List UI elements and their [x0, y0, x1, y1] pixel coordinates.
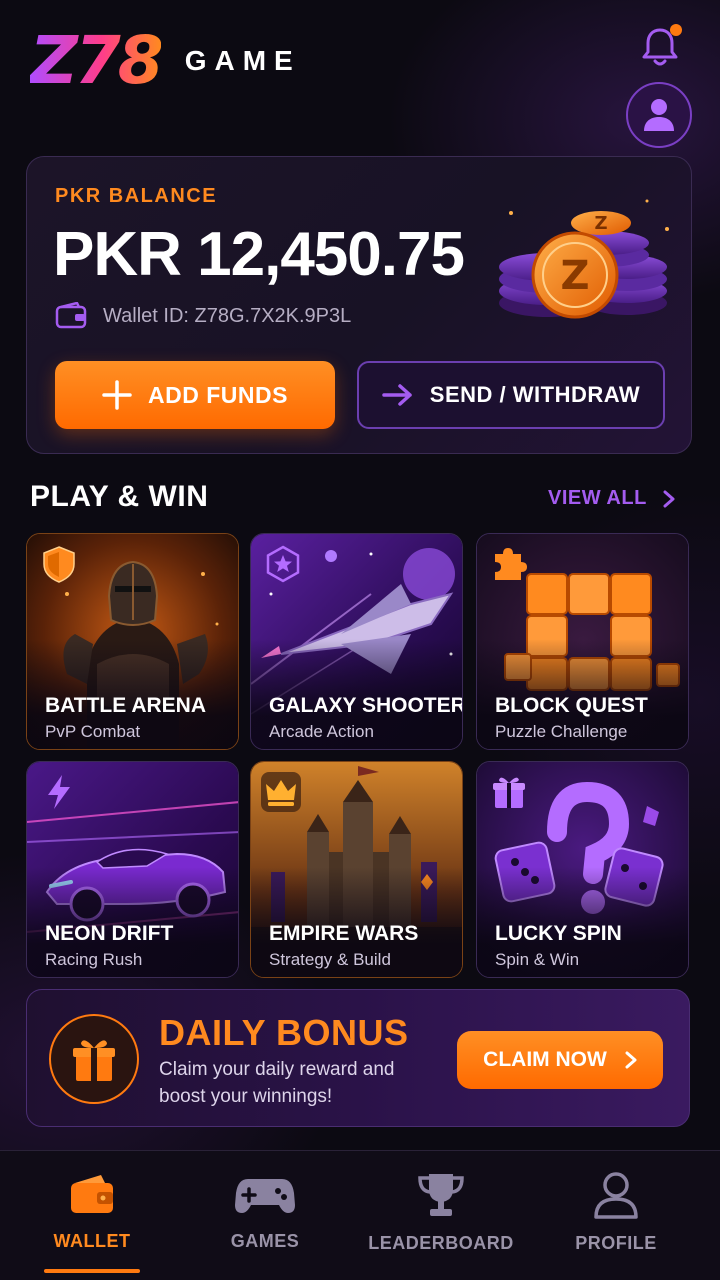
user-icon	[594, 1172, 638, 1219]
claim-now-label: CLAIM NOW	[483, 1048, 607, 1071]
game-title: EMPIRE WARS	[269, 922, 419, 945]
send-withdraw-label: SEND / WITHDRAW	[429, 382, 641, 407]
claim-now-button[interactable]: CLAIM NOW	[457, 1031, 663, 1089]
bell-icon[interactable]	[636, 22, 684, 70]
view-all-link[interactable]: VIEW ALL	[548, 487, 675, 510]
svg-text:Z: Z	[560, 253, 589, 299]
nav-label: GAMES	[230, 1231, 300, 1251]
nav-label: PROFILE	[575, 1233, 657, 1253]
game-subtitle: Spin & Win	[495, 950, 580, 969]
logo-word: GAME	[184, 45, 301, 76]
nav-item-profile[interactable]: PROFILE	[546, 1151, 686, 1280]
game-card-lucky-spin[interactable]: LUCKY SPIN Spin & Win	[476, 761, 689, 978]
wallet-icon	[55, 302, 87, 329]
game-card-block-quest[interactable]: BLOCK QUEST Puzzle Challenge	[476, 533, 689, 750]
bonus-title: DAILY BONUS	[159, 1012, 409, 1053]
add-funds-label: ADD FUNDS	[148, 381, 288, 408]
logo-mark: Z78	[30, 22, 164, 99]
balance-card: PKR BALANCE PKR 12,450.75 Wallet ID: Z78…	[26, 156, 692, 454]
add-funds-button[interactable]: ADD FUNDS	[55, 361, 335, 429]
arrow-right-icon	[382, 384, 412, 406]
nav-label: LEADERBOARD	[368, 1233, 514, 1253]
bottom-nav: WALLET GAMES LEADERBOARD PROFILE	[0, 1150, 720, 1280]
app-logo[interactable]: Z78 GAME	[30, 26, 301, 96]
game-subtitle: Arcade Action	[269, 722, 374, 741]
wallet-id-text: Wallet ID: Z78G.7X2K.9P3L	[103, 304, 352, 327]
active-tab-indicator	[44, 1269, 140, 1273]
nav-label: WALLET	[53, 1231, 131, 1251]
game-subtitle: PvP Combat	[45, 722, 141, 741]
game-title: LUCKY SPIN	[495, 922, 622, 945]
game-title: NEON DRIFT	[45, 922, 174, 945]
game-subtitle: Puzzle Challenge	[495, 722, 628, 741]
plus-icon	[102, 380, 132, 410]
bonus-description: Claim your daily reward and boost your w…	[159, 1059, 395, 1107]
crown-icon	[261, 772, 301, 812]
nav-item-leaderboard[interactable]: LEADERBOARD	[360, 1151, 522, 1280]
chevron-right-icon	[663, 490, 675, 507]
wallet-id-row: Wallet ID: Z78G.7X2K.9P3L	[55, 302, 351, 330]
game-title: BLOCK QUEST	[495, 694, 648, 717]
game-card-empire-wars[interactable]: EMPIRE WARS Strategy & Build	[250, 761, 463, 978]
daily-bonus-banner: DAILY BONUS Claim your daily reward and …	[26, 989, 690, 1127]
svg-text:Z: Z	[594, 213, 607, 234]
star-hexagon-icon	[266, 545, 300, 583]
wallet-icon	[71, 1175, 113, 1213]
game-subtitle: Strategy & Build	[269, 950, 391, 969]
game-title: GALAXY SHOOTERS	[269, 694, 463, 717]
user-icon	[644, 99, 674, 131]
balance-amount: PKR 12,450.75	[53, 220, 465, 289]
puzzle-icon	[495, 548, 527, 580]
game-card-galaxy-shooters[interactable]: GALAXY SHOOTERS Arcade Action	[250, 533, 463, 750]
avatar-button[interactable]	[626, 82, 692, 148]
balance-label: PKR BALANCE	[55, 185, 218, 207]
game-card-battle-arena[interactable]: BATTLE ARENA PvP Combat	[26, 533, 239, 750]
coins-illustration: Z Z	[499, 199, 669, 319]
lightning-icon	[48, 775, 70, 809]
nav-item-games[interactable]: GAMES	[195, 1151, 335, 1280]
game-title: BATTLE ARENA	[45, 694, 206, 717]
app-header: Z78 GAME	[0, 0, 720, 150]
gift-icon	[493, 777, 525, 808]
section-title: PLAY & WIN	[30, 480, 209, 513]
game-subtitle: Racing Rush	[45, 950, 143, 969]
gift-icon	[49, 1014, 139, 1104]
send-withdraw-button[interactable]: SEND / WITHDRAW	[357, 361, 665, 429]
view-all-label: VIEW ALL	[548, 487, 647, 509]
shield-icon	[43, 546, 75, 583]
gamepad-icon	[235, 1179, 295, 1213]
chevron-right-icon	[625, 1051, 637, 1069]
game-card-neon-drift[interactable]: NEON DRIFT Racing Rush	[26, 761, 239, 978]
trophy-icon	[418, 1174, 464, 1216]
nav-item-wallet[interactable]: WALLET	[22, 1151, 162, 1280]
